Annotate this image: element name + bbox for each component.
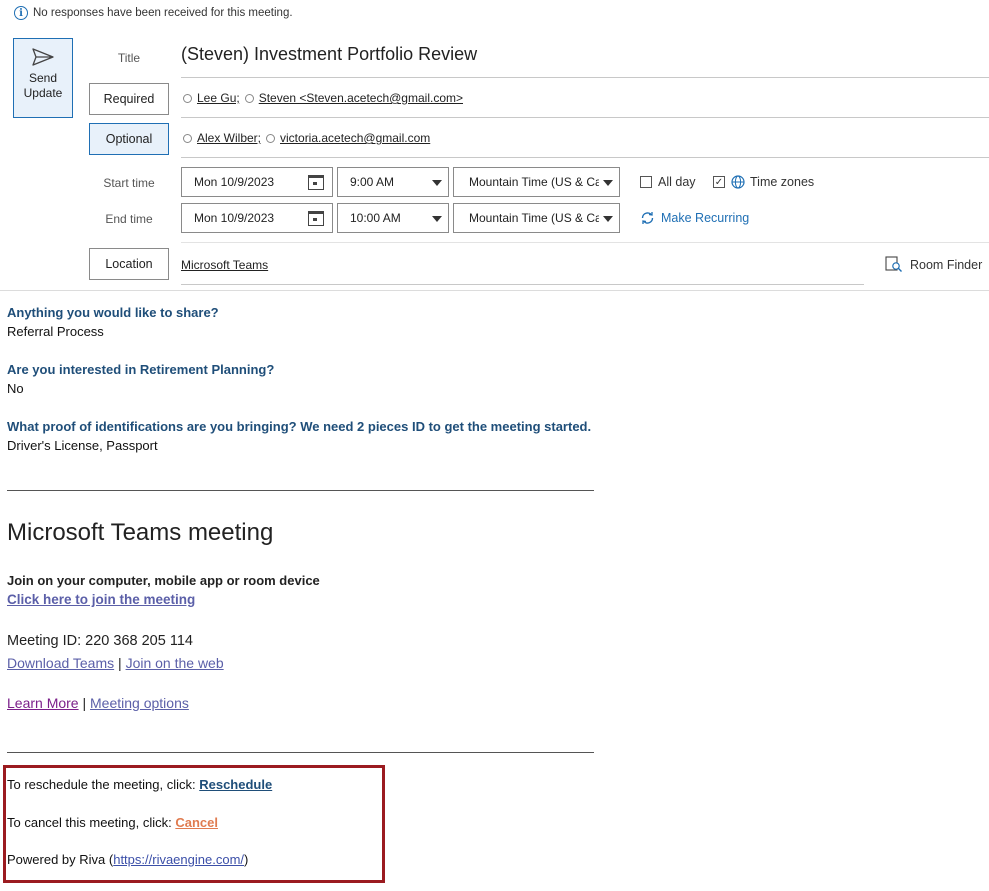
response-status-icon [244, 93, 254, 103]
start-date-picker[interactable]: Mon 10/9/2023 [181, 167, 333, 197]
start-timezone-value: Mountain Time (US & Canada) [469, 175, 599, 189]
join-web-link[interactable]: Join on the web [126, 655, 224, 671]
end-date-value: Mon 10/9/2023 [194, 211, 275, 225]
start-time-value: 9:00 AM [350, 175, 395, 189]
room-finder-button[interactable]: Room Finder [885, 256, 982, 273]
join-meeting-link[interactable]: Click here to join the meeting [7, 592, 195, 607]
attendee-alex-wilber[interactable]: Alex Wilber; [197, 131, 261, 145]
question-share: Anything you would like to share? [7, 305, 219, 320]
calendar-icon[interactable] [308, 211, 324, 226]
meeting-id: Meeting ID: 220 368 205 114 [7, 633, 193, 649]
riva-link[interactable]: https://rivaengine.com/ [113, 852, 244, 867]
cancel-text: To cancel this meeting, click: [7, 815, 176, 830]
body-divider [7, 490, 594, 491]
checkbox-unchecked-icon[interactable] [640, 176, 652, 188]
chevron-down-icon [432, 216, 442, 222]
chevron-down-icon [432, 180, 442, 186]
start-date-value: Mon 10/9/2023 [194, 175, 275, 189]
time-zones-label: Time zones [750, 175, 815, 189]
send-update-line2: Update [23, 86, 63, 100]
question-identification: What proof of identifications are you br… [7, 419, 592, 434]
location-underline [181, 284, 864, 285]
start-time-dropdown[interactable]: 9:00 AM [337, 167, 449, 197]
separator: | [82, 695, 87, 711]
teams-meeting-heading: Microsoft Teams meeting [7, 519, 274, 546]
powered-by-row: Powered by Riva (https://rivaengine.com/… [7, 852, 248, 867]
all-day-checkbox[interactable]: All day [640, 175, 696, 189]
download-teams-link[interactable]: Download Teams [7, 655, 114, 671]
options-row: Learn More | Meeting options [7, 695, 189, 711]
divider [181, 242, 989, 243]
response-status-icon [266, 133, 276, 143]
end-date-picker[interactable]: Mon 10/9/2023 [181, 203, 333, 233]
send-update-button[interactable]: Send Update [13, 38, 73, 118]
answer-identification: Driver's License, Passport [7, 438, 158, 453]
title-label: Title [117, 51, 141, 65]
make-recurring-label: Make Recurring [661, 211, 750, 225]
calendar-icon[interactable] [308, 175, 324, 190]
header-divider [0, 290, 989, 291]
attendee-steven[interactable]: Steven <Steven.acetech@gmail.com> [259, 91, 463, 105]
chevron-down-icon [603, 216, 613, 222]
response-status-icon [183, 133, 192, 143]
end-timezone-value: Mountain Time (US & Canada) [469, 211, 599, 225]
cancel-row: To cancel this meeting, click: Cancel [7, 815, 218, 830]
end-time-dropdown[interactable]: 10:00 AM [337, 203, 449, 233]
checkbox-checked-icon[interactable]: ✓ [713, 176, 725, 188]
body-divider [7, 752, 594, 753]
answer-share: Referral Process [7, 324, 104, 339]
divider [181, 77, 989, 78]
question-retirement: Are you interested in Retirement Plannin… [7, 362, 275, 377]
cancel-link[interactable]: Cancel [175, 815, 218, 830]
title-input[interactable]: (Steven) Investment Portfolio Review [181, 44, 477, 65]
optional-button[interactable]: Optional [89, 123, 169, 155]
powered-suffix: ) [244, 852, 249, 867]
room-finder-label: Room Finder [910, 257, 983, 272]
powered-prefix: Powered by Riva ( [7, 852, 114, 867]
divider [181, 117, 989, 118]
info-bar-text: No responses have been received for this… [33, 7, 293, 19]
all-day-label: All day [658, 175, 696, 189]
answer-retirement: No [7, 381, 24, 396]
location-input[interactable]: Microsoft Teams [181, 258, 268, 272]
start-time-label: Start time [103, 176, 155, 190]
separator: | [118, 655, 122, 671]
end-time-value: 10:00 AM [350, 211, 401, 225]
recurring-icon [641, 212, 654, 224]
end-timezone-dropdown[interactable]: Mountain Time (US & Canada) [453, 203, 620, 233]
make-recurring-button[interactable]: Make Recurring [640, 211, 749, 225]
location-button[interactable]: Location [89, 248, 169, 280]
meeting-options-link[interactable]: Meeting options [90, 695, 189, 711]
attendee-victoria[interactable]: victoria.acetech@gmail.com [280, 131, 430, 145]
send-icon [32, 48, 54, 66]
room-finder-icon [885, 256, 902, 272]
reschedule-link[interactable]: Reschedule [199, 777, 272, 792]
learn-more-link[interactable]: Learn More [7, 695, 79, 711]
start-timezone-dropdown[interactable]: Mountain Time (US & Canada) [453, 167, 620, 197]
time-zones-checkbox[interactable]: ✓ Time zones [713, 175, 814, 189]
divider [181, 157, 989, 158]
chevron-down-icon [603, 180, 613, 186]
end-time-label: End time [105, 212, 153, 226]
info-bar: i No responses have been received for th… [14, 4, 293, 22]
send-update-line1: Send [28, 71, 57, 85]
download-row: Download Teams | Join on the web [7, 655, 224, 671]
required-attendees: Lee Gu; Steven <Steven.acetech@gmail.com… [183, 91, 463, 105]
info-icon: i [14, 6, 28, 20]
required-button[interactable]: Required [89, 83, 169, 115]
globe-icon [731, 175, 745, 189]
join-heading: Join on your computer, mobile app or roo… [7, 573, 320, 588]
optional-attendees: Alex Wilber; victoria.acetech@gmail.com [183, 131, 430, 145]
reschedule-text: To reschedule the meeting, click: [7, 777, 200, 792]
attendee-lee-gu[interactable]: Lee Gu; [197, 91, 240, 105]
response-status-icon [183, 93, 192, 103]
reschedule-row: To reschedule the meeting, click: Resche… [7, 777, 272, 792]
